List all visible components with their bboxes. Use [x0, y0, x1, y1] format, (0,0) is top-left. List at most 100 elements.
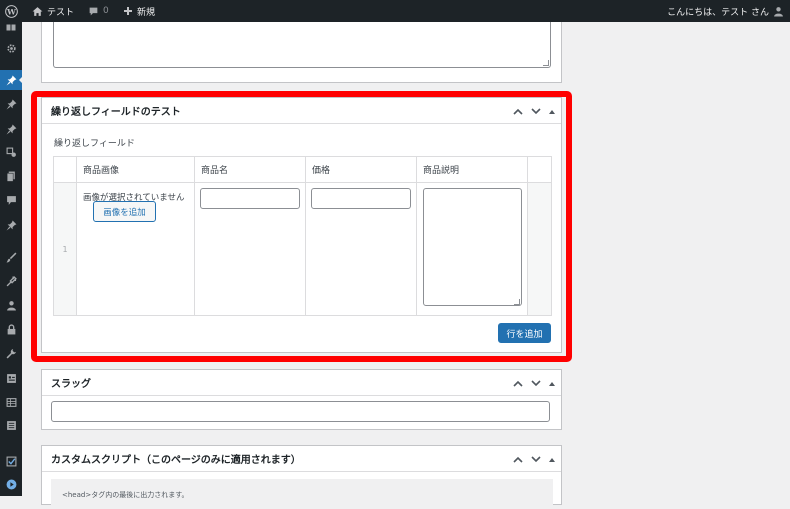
add-image-button[interactable]: 画像を追加 [93, 201, 156, 222]
move-up-icon[interactable] [513, 108, 523, 115]
menu-item-users[interactable] [0, 295, 22, 315]
gear-icon [6, 43, 16, 53]
menu-item-list[interactable] [0, 415, 22, 435]
previous-textarea[interactable] [53, 22, 551, 68]
media-icon [6, 147, 16, 157]
play-circle-icon [6, 479, 16, 489]
menu-item-pages[interactable] [0, 166, 22, 186]
plus-icon [124, 7, 132, 15]
column-header-image: 商品画像 [77, 157, 195, 183]
move-up-icon[interactable] [513, 456, 523, 463]
menu-item-collapsed[interactable] [0, 22, 22, 32]
repeater-box-title: 繰り返しフィールドのテスト [51, 107, 181, 118]
custom-script-box-title: カスタムスクリプト（このページのみに適用されます） [51, 455, 301, 466]
new-label: 新規 [137, 7, 156, 18]
menu-item-pin-4[interactable] [0, 215, 22, 235]
menu-item-custom-fields[interactable] [0, 368, 22, 388]
custom-script-box: カスタムスクリプト（このページのみに適用されます） <head>タグ内の最後に出… [41, 445, 562, 509]
menu-item-table[interactable] [0, 392, 22, 412]
pushpin-icon [6, 99, 16, 109]
my-account-link[interactable]: こんにちは、テスト さん [667, 0, 784, 22]
box-controls [513, 370, 555, 396]
menu-item-pin-3[interactable] [0, 119, 22, 139]
menu-item-settings[interactable] [0, 38, 22, 58]
product-name-input[interactable] [200, 188, 300, 209]
move-up-icon[interactable] [513, 380, 523, 387]
menu-item-play[interactable] [0, 474, 22, 494]
table-header-actions [528, 157, 551, 183]
pages-icon [6, 171, 15, 182]
menu-item-plugins[interactable] [0, 271, 22, 291]
box-controls [513, 98, 555, 124]
pushpin-icon [6, 75, 16, 85]
menu-item-appearance[interactable] [0, 247, 22, 267]
paintbrush-icon [6, 252, 16, 262]
comment-bubble-icon [89, 7, 98, 15]
list-icon [6, 420, 16, 430]
checkbox-icon [6, 456, 16, 466]
user-avatar-icon [774, 6, 783, 16]
row-index-handle[interactable]: 1 [54, 183, 77, 315]
description-textarea[interactable] [423, 188, 522, 306]
comments-link[interactable]: 0 [88, 0, 109, 22]
column-header-price: 価格 [306, 157, 417, 183]
menu-item-security[interactable] [0, 319, 22, 339]
menu-item-pin-2[interactable] [0, 94, 22, 114]
comment-bubble-icon [6, 195, 16, 205]
cell-description [417, 183, 528, 315]
toggle-panel-icon[interactable] [549, 381, 555, 386]
plugin-icon [6, 275, 17, 286]
row-actions-cell[interactable] [528, 183, 551, 315]
resize-handle-icon[interactable] [514, 299, 520, 305]
menu-item-checkbox[interactable] [0, 451, 22, 471]
site-name: テスト [47, 7, 75, 18]
menu-item-comments[interactable] [0, 190, 22, 210]
slug-box: スラッグ [41, 369, 562, 430]
pushpin-icon [6, 220, 16, 230]
menu-item-posts-active[interactable] [0, 70, 23, 90]
slug-input[interactable] [51, 401, 550, 422]
greeting-text: こんにちは、テスト さん [667, 7, 769, 18]
move-down-icon[interactable] [531, 107, 541, 115]
comments-count: 0 [103, 6, 109, 16]
site-name-link[interactable]: テスト [32, 0, 74, 22]
pushpin-icon [6, 124, 16, 134]
repeater-table: 商品画像 商品名 価格 商品説明 1 画像が選択されていません 画像を追加 [53, 156, 552, 316]
column-header-name: 商品名 [195, 157, 306, 183]
column-header-description: 商品説明 [417, 157, 528, 183]
toggle-panel-icon[interactable] [549, 457, 555, 462]
script-hint-area: <head>タグ内の最後に出力されます。 [51, 479, 553, 509]
wrench-icon [6, 348, 16, 358]
menu-item-tools[interactable] [0, 343, 22, 363]
admin-sidebar [0, 22, 23, 496]
repeater-field-label: 繰り返しフィールド [54, 139, 135, 149]
cell-name [195, 183, 306, 315]
form-icon [6, 373, 16, 383]
slug-box-header: スラッグ [42, 370, 561, 396]
price-input[interactable] [311, 188, 411, 209]
box-controls [513, 446, 555, 472]
lock-icon [7, 323, 15, 334]
dashboard-icon [6, 24, 16, 30]
table-header-index [54, 157, 77, 183]
table-icon [6, 397, 16, 407]
move-down-icon[interactable] [531, 379, 541, 387]
repeater-box-header: 繰り返しフィールドのテスト [42, 98, 561, 124]
new-content-link[interactable]: 新規 [123, 0, 155, 22]
wordpress-logo-icon[interactable]: W [5, 0, 18, 22]
custom-script-box-header: カスタムスクリプト（このページのみに適用されます） [42, 446, 561, 472]
menu-item-media[interactable] [0, 142, 22, 162]
admin-bar: W テスト 0 新規 こんにちは、テスト さん [0, 0, 790, 22]
slug-box-title: スラッグ [51, 379, 91, 390]
user-icon [6, 300, 16, 310]
previous-meta-box [41, 22, 562, 83]
cell-image: 画像が選択されていません 画像を追加 [77, 183, 195, 315]
cell-price [306, 183, 417, 315]
move-down-icon[interactable] [531, 455, 541, 463]
repeater-field-box: 繰り返しフィールドのテスト 繰り返しフィールド 商品画像 商品名 価格 商品説明… [41, 97, 562, 353]
svg-text:W: W [6, 7, 16, 16]
add-row-button[interactable]: 行を追加 [498, 323, 551, 343]
home-icon [32, 6, 43, 16]
toggle-panel-icon[interactable] [549, 109, 555, 114]
script-hint-text: <head>タグ内の最後に出力されます。 [62, 491, 189, 499]
